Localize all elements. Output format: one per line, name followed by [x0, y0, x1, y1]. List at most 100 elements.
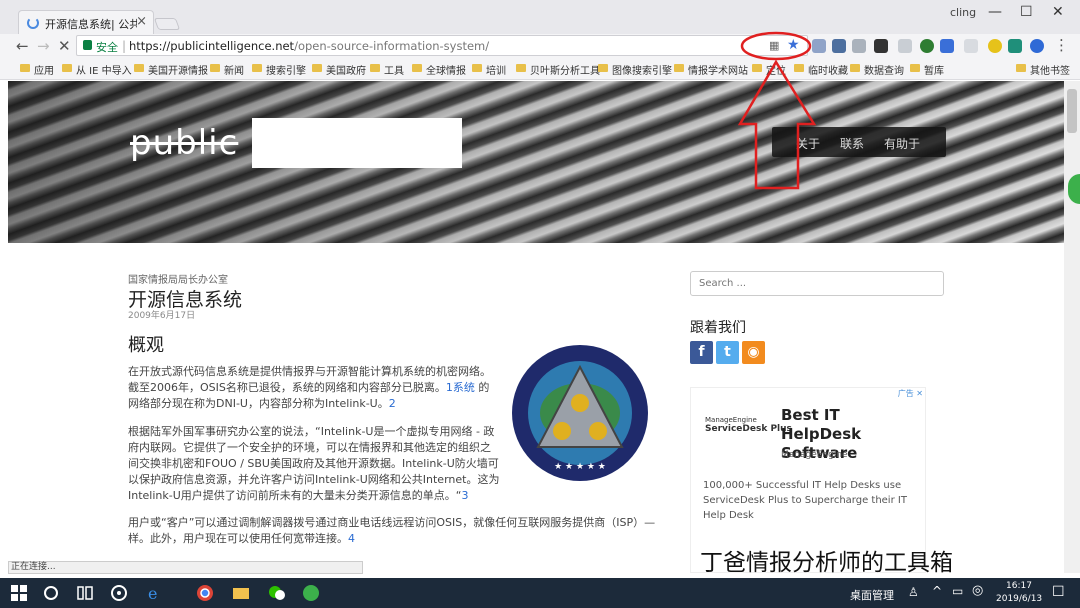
clock-time[interactable]: 16:17: [1006, 581, 1032, 591]
bookmark-item[interactable]: 贝叶斯分析工具: [516, 62, 600, 77]
bookmark-item[interactable]: 美国开源情报: [134, 62, 208, 77]
extension-grey-icon[interactable]: [852, 39, 866, 53]
extension-teal-icon[interactable]: [1008, 39, 1022, 53]
extension-search-icon[interactable]: [940, 39, 954, 53]
extension-grid-icon[interactable]: [964, 39, 978, 53]
nav-about[interactable]: 关于: [796, 135, 820, 152]
address-separator: |: [122, 39, 127, 53]
status-bar: 正在连接...: [8, 561, 363, 574]
bookmark-item[interactable]: 定位: [752, 62, 786, 77]
back-arrow-icon[interactable]: ←: [16, 37, 29, 55]
bookmark-item[interactable]: 工具: [370, 62, 404, 77]
ad-close-icon[interactable]: 广告 ✕: [898, 388, 923, 399]
text-line: 根据陆军外国军事研究办公室的说法，“Intelink-U是一个虚拟专用网络 - …: [128, 425, 495, 438]
maximize-button[interactable]: ☐: [1020, 4, 1033, 20]
footnote-link[interactable]: 4: [348, 532, 355, 545]
watermark-text: 丁爸情报分析师的工具箱: [700, 550, 953, 576]
site-nav: 关于 联系 有助于: [772, 127, 946, 157]
search-icon[interactable]: [42, 584, 60, 602]
extension-blue-icon[interactable]: [1030, 39, 1044, 53]
file-explorer-icon[interactable]: [232, 584, 250, 602]
nav-contact[interactable]: 联系: [840, 135, 864, 152]
profile-name[interactable]: cling: [950, 6, 976, 19]
article-date: 2009年6月17日: [128, 311, 196, 321]
forward-arrow-icon[interactable]: →: [37, 37, 50, 55]
tab-title: 开源信息系统| 公共情报: [45, 18, 137, 31]
extension-globe-icon[interactable]: [920, 39, 934, 53]
breadcrumb[interactable]: 国家情报局局长办公室: [128, 271, 228, 286]
minimize-button[interactable]: —: [988, 4, 1002, 20]
translate-icon[interactable]: ▦: [769, 39, 779, 52]
bookmark-star-icon[interactable]: ★: [787, 37, 800, 53]
extension-g-icon[interactable]: [832, 39, 846, 53]
twitter-icon[interactable]: t: [716, 341, 739, 364]
page-scrollbar[interactable]: [1064, 81, 1080, 573]
section-heading: 概观: [128, 335, 164, 356]
seal-node: [589, 422, 607, 440]
ad-body: 100,000+ Successful IT Help Desks use Se…: [703, 480, 907, 521]
bookmark-item[interactable]: 培训: [472, 62, 506, 77]
text-line: 网络部分现在称为DNI-U，内容部分称为Intelink-U。2: [128, 396, 491, 412]
bookmark-item[interactable]: 美国政府: [312, 62, 366, 77]
new-tab-button[interactable]: [153, 18, 181, 30]
extension-box-icon[interactable]: [898, 39, 912, 53]
secure-label: 安全: [96, 41, 118, 54]
desktop-manager-label[interactable]: 桌面管理: [850, 587, 894, 603]
footnote-link[interactable]: 1系统: [446, 381, 475, 394]
close-window-button[interactable]: ✕: [1052, 4, 1064, 20]
bookmark-item[interactable]: 从 IE 中导入: [62, 62, 132, 77]
url-text[interactable]: https://publicintelligence.net/open-sour…: [129, 39, 489, 53]
side-widget-tab[interactable]: [1068, 174, 1080, 204]
notification-icon[interactable]: ☐: [1052, 584, 1065, 600]
text-span: 样。此外，用户现在可以使用任何宽带连接。: [128, 532, 348, 545]
network-icon[interactable]: ▭: [952, 584, 963, 598]
clock-date[interactable]: 2019/6/13: [996, 594, 1042, 604]
bookmark-item[interactable]: 数据查询: [850, 62, 904, 77]
people-icon[interactable]: ♙: [908, 585, 919, 599]
tab-close-icon[interactable]: ×: [136, 14, 147, 29]
bookmark-item[interactable]: 应用: [20, 62, 54, 77]
task-view-icon[interactable]: [76, 584, 94, 602]
bookmark-item[interactable]: 新闻: [210, 62, 244, 77]
bookmark-item[interactable]: 情报学术网站: [674, 62, 748, 77]
green-app-icon[interactable]: [302, 584, 320, 602]
paragraph-1: 在开放式源代码信息系统是提供情报界与开源智能计算机系统的机密网络。 截至2006…: [128, 364, 491, 412]
bookmark-item[interactable]: 全球情报: [412, 62, 466, 77]
text-line: Intelink-U用户提供了访问前所未有的大量未分类开源信息的单点。“3: [128, 488, 499, 504]
site-logo[interactable]: public: [130, 123, 238, 163]
bookmark-item[interactable]: 其他书签: [1016, 62, 1070, 77]
tray-chevron-icon[interactable]: ^: [932, 584, 942, 598]
windows-start-icon[interactable]: [10, 584, 28, 602]
footnote-link[interactable]: 2: [389, 397, 396, 410]
seal-stars: ★ ★ ★ ★ ★: [554, 462, 606, 472]
search-box[interactable]: [690, 271, 944, 296]
footnote-link[interactable]: 3: [461, 489, 468, 502]
facebook-icon[interactable]: f: [690, 341, 713, 364]
address-bar[interactable]: 安全 | https://publicintelligence.net/open…: [76, 35, 808, 56]
stop-icon[interactable]: ✕: [58, 37, 71, 55]
lock-icon: [83, 40, 92, 50]
bookmark-item[interactable]: 临时收藏: [794, 62, 848, 77]
bookmark-item[interactable]: 暂库: [910, 62, 944, 77]
extension-yellow-icon[interactable]: [988, 39, 1002, 53]
scrollbar-thumb[interactable]: [1067, 89, 1077, 133]
menu-kebab-icon[interactable]: ⋮: [1054, 36, 1069, 54]
text-line: 用户或“客户”可以通过调制解调器拨号通过商业电话线远程访问OSIS，就像任何互联…: [128, 516, 656, 529]
ad-brand-name: ServiceDesk Plus: [705, 424, 792, 434]
search-input[interactable]: [691, 272, 943, 295]
seal-node: [553, 422, 571, 440]
wechat-tray-icon[interactable]: ◎: [972, 583, 983, 598]
extension-puzzle-icon[interactable]: [874, 39, 888, 53]
extension-pen-icon[interactable]: [812, 39, 826, 53]
fan-app-icon[interactable]: [110, 584, 128, 602]
wechat-icon[interactable]: [268, 584, 286, 602]
nav-help[interactable]: 有助于: [884, 135, 920, 152]
browser-toolbar: ← → ✕ 安全 | https://publicintelligence.ne…: [0, 34, 1080, 58]
bookmark-item[interactable]: 图像搜索引擎: [598, 62, 672, 77]
text-line: 截至2006年，OSIS名称已退役，系统的网络和内容部分已脱离。1系统 的: [128, 380, 491, 396]
ie-browser-icon[interactable]: e: [146, 584, 164, 602]
chrome-icon[interactable]: [196, 584, 214, 602]
rss-icon[interactable]: ◉: [742, 341, 765, 364]
browser-tab[interactable]: 开源信息系统| 公共情报 ×: [18, 10, 154, 34]
bookmark-item[interactable]: 搜索引擎: [252, 62, 306, 77]
